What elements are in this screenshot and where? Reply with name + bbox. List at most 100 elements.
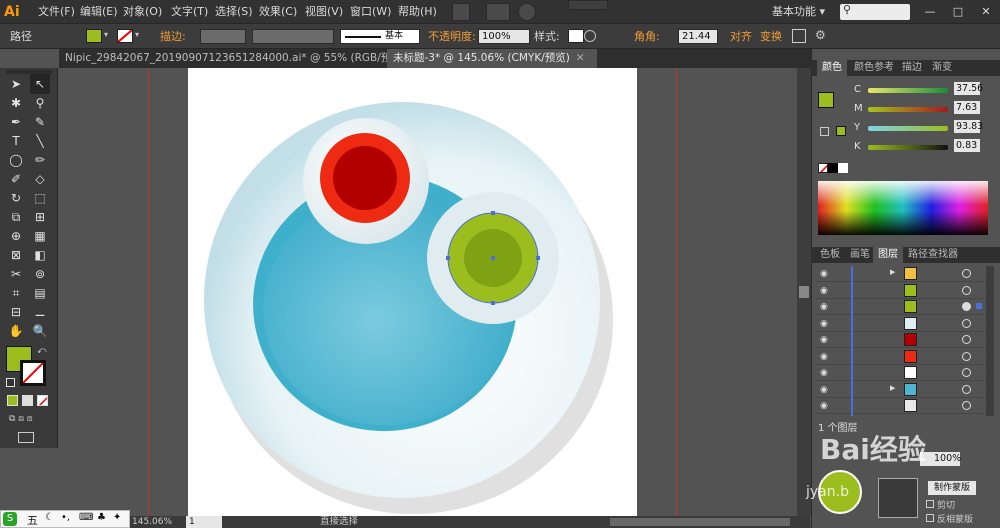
menu-object[interactable]: 对象(O) [123,0,162,24]
curvature-tool-icon[interactable]: ✎ [30,112,50,132]
line-segment-tool-icon[interactable]: ╲ [30,131,50,151]
search-input[interactable]: ⚲ [840,3,910,20]
menu-file[interactable]: 文件(F) [38,0,75,24]
visibility-eye-icon[interactable]: ◉ [820,400,832,412]
menu-effect[interactable]: 效果(C) [259,0,297,24]
layers-scrollbar[interactable] [986,266,994,416]
opacity-label[interactable]: 不透明度: [428,24,476,49]
eyedropper-tool-icon[interactable]: ✂ [6,264,26,284]
arrange-documents-button[interactable] [486,3,510,21]
channel-c-slider[interactable] [868,88,948,93]
symbol-sprayer-tool-icon[interactable]: ⌗ [6,283,26,303]
tab-color[interactable]: 颜色 [817,60,847,76]
tab-brushes[interactable]: 画笔 [845,247,875,263]
type-tool-icon[interactable]: T [6,131,26,151]
target-circle-icon[interactable] [962,302,971,311]
tab-document-2[interactable]: 未标题-3* @ 145.06% (CMYK/预览) ✕ [387,49,597,68]
layer-row[interactable]: ◉ [816,332,988,348]
horizontal-scrollbar[interactable]: 145.06% 1 直接选择 [130,516,810,528]
graphic-style-swatch[interactable] [568,29,584,43]
transparency-opacity-input[interactable]: 100% [920,452,961,466]
channel-y-slider[interactable] [868,126,948,131]
vertical-scroll-thumb[interactable] [799,286,809,298]
target-circle-icon[interactable] [962,335,971,344]
rotate-tool-icon[interactable]: ↻ [6,188,26,208]
tab-document-1[interactable]: Nipic_29842067_20190907123651284000.ai* … [59,49,421,68]
ime-moon-icon[interactable]: ☾ [45,512,54,523]
draw-mode-icon[interactable]: ⧉ ⧈ ⧇ [9,414,49,425]
default-colors-icon[interactable] [6,378,15,387]
tab-stroke[interactable]: 描边 [897,60,927,76]
mask-target[interactable] [878,478,918,518]
align-link[interactable]: 对齐 [730,24,752,49]
invert-mask-checkbox[interactable] [926,514,934,522]
channel-y-input[interactable]: 93.83 [954,120,983,133]
anchor-right[interactable] [536,256,540,260]
tab-swatches[interactable]: 色板 [815,247,845,263]
visibility-eye-icon[interactable]: ◉ [820,384,832,396]
layer-row[interactable]: ◉ [816,365,988,381]
slice-tool-icon[interactable]: ⚊ [30,302,50,322]
color-fill-box[interactable] [818,92,834,108]
anchor-center[interactable] [491,256,495,260]
target-circle-icon[interactable] [962,384,971,394]
make-mask-button[interactable]: 制作蒙版 [928,481,976,495]
color-last-used[interactable] [836,126,846,136]
tab-color-guide[interactable]: 颜色参考 [849,60,899,76]
opacity-input[interactable]: 100% [478,29,530,44]
recolor-icon[interactable] [584,30,596,42]
menu-edit[interactable]: 编辑(E) [80,0,118,24]
selection-tool-icon[interactable]: ➤ [6,74,26,94]
visibility-eye-icon[interactable]: ◉ [820,367,832,379]
anchor-top[interactable] [491,211,495,215]
artboard-number[interactable]: 1 [186,516,222,528]
ime-punct-icon[interactable]: •, [61,512,70,523]
tab-gradient[interactable]: 渐变 [927,60,957,76]
isolate-icon[interactable] [792,29,806,43]
target-circle-icon[interactable] [962,368,971,377]
gradient-mode-icon[interactable] [22,395,33,406]
layer-row[interactable]: ◉ [816,398,988,414]
pen-tool-icon[interactable]: ✒ [6,112,26,132]
fill-dropdown-icon[interactable]: ▾ [104,30,108,39]
maximize-button[interactable]: □ [944,0,972,24]
expand-arrow-icon[interactable]: ▶ [890,384,895,392]
workspace-switcher[interactable]: 基本功能 ▾ [772,0,825,24]
close-button[interactable]: ✕ [972,0,1000,24]
variable-width-dropdown[interactable] [252,29,334,44]
color-mode-icon[interactable] [7,395,18,406]
layer-row[interactable]: ◉ ▶ [816,381,988,398]
layer-row[interactable]: ◉ [816,315,988,332]
target-circle-icon[interactable] [962,285,971,295]
free-transform-tool-icon[interactable]: ⊞ [30,207,50,227]
horizontal-scroll-thumb[interactable] [610,518,790,526]
blend-tool-icon[interactable]: ⊚ [30,264,50,284]
shape-builder-tool-icon[interactable]: ⊕ [6,226,26,246]
none-mode-icon[interactable] [37,395,48,406]
layer-row[interactable]: ◉ [816,282,988,299]
layer-row[interactable]: ◉ ▶ [816,266,988,282]
anchor-left[interactable] [446,256,450,260]
menu-view[interactable]: 视图(V) [305,0,343,24]
channel-m-input[interactable]: 7.63 [954,101,980,114]
pencil-tool-icon[interactable]: ✐ [6,169,26,189]
corner-label[interactable]: 角角: [634,24,660,49]
layer-row[interactable]: ◉ [816,348,988,365]
layer-row[interactable]: ◉ [816,299,988,315]
visibility-eye-icon[interactable]: ◉ [820,351,832,363]
corner-radius-input[interactable]: 21.44 [678,29,718,44]
close-icon[interactable]: ✕ [576,52,585,64]
menu-help[interactable]: 帮助(H) [398,0,437,24]
target-circle-icon[interactable] [962,401,971,410]
ime-skin-icon[interactable]: ♣ [97,512,106,523]
mesh-tool-icon[interactable]: ⊠ [6,245,26,265]
target-circle-icon[interactable] [962,318,971,328]
scale-tool-icon[interactable]: ⬚ [30,188,50,208]
brush-dropdown[interactable]: 基本 [340,29,420,44]
hand-tool-icon[interactable]: ✋ [6,321,26,341]
artwork[interactable] [188,68,637,516]
ime-keyboard-icon[interactable]: ⌨ [79,512,93,523]
expand-arrow-icon[interactable]: ▶ [890,268,895,276]
tab-pathfinder[interactable]: 路径查找器 [903,247,963,263]
ime-settings-icon[interactable]: ✦ [113,512,121,523]
